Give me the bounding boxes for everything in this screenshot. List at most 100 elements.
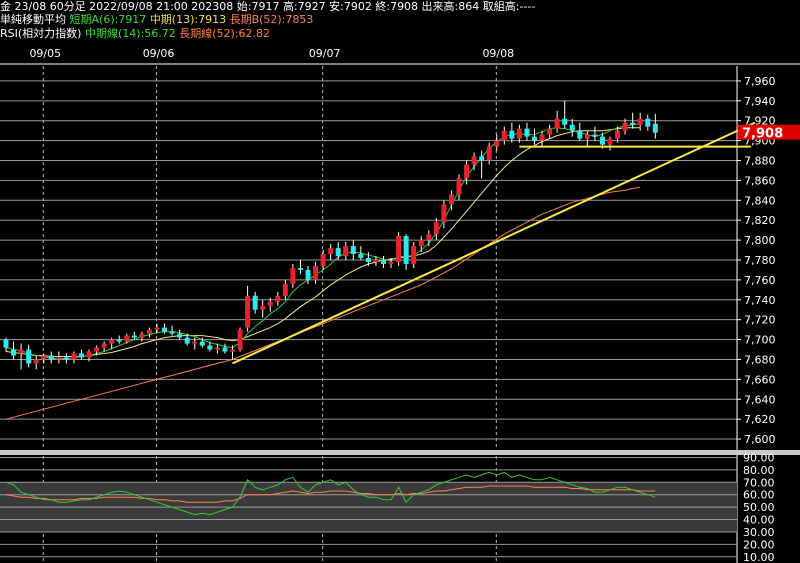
candle (335, 242, 341, 260)
candle (554, 110, 560, 133)
candle (313, 261, 319, 284)
candle (328, 244, 334, 260)
x-date-label: 09/07 (309, 47, 341, 60)
candle-body (18, 349, 24, 354)
candle (584, 130, 590, 147)
candle-body (222, 347, 228, 352)
candle (494, 134, 500, 151)
candle-body (486, 146, 492, 161)
candle (260, 299, 266, 318)
candle-body (396, 236, 402, 262)
candle-body (343, 246, 349, 257)
candle-body (464, 164, 470, 179)
candle (169, 325, 175, 336)
candlestick-chart[interactable]: 09/05 09/06 09/07 09/08 7,600 7,620 7,640 7,660… (0, 0, 800, 563)
candle-body (584, 134, 590, 139)
chart-window: 金 23/08 60分足 2022/09/08 21:00 202308 始:7… (0, 0, 800, 563)
x-date-label: 09/06 (143, 47, 175, 60)
candle (501, 126, 507, 145)
support-trendline (232, 121, 756, 365)
candle-body (509, 130, 515, 139)
candle-body (169, 331, 175, 334)
candle-body (199, 341, 205, 346)
candle-body (381, 259, 386, 264)
candle-body (260, 305, 266, 310)
candle-body (554, 118, 560, 129)
candle (411, 242, 417, 268)
candle-body (252, 295, 258, 310)
candle-body (365, 257, 371, 262)
candle (418, 236, 424, 253)
candle-body (305, 269, 311, 280)
candle (381, 256, 386, 268)
candle-body (109, 339, 115, 344)
candle-body (162, 327, 168, 332)
candle (524, 122, 530, 141)
candle (456, 174, 462, 201)
candle-body (297, 267, 303, 270)
candle-body (267, 301, 273, 306)
candle-body (456, 178, 462, 195)
candle (101, 341, 107, 352)
candle-body (328, 248, 334, 255)
candle (547, 124, 553, 139)
x-date-label: 09/05 (29, 47, 61, 60)
candle-body (290, 267, 296, 284)
candle-body (3, 339, 9, 348)
candle-body (71, 353, 77, 360)
candle-body (192, 341, 198, 344)
candle (146, 327, 152, 338)
candle (290, 263, 296, 288)
candle (63, 353, 69, 364)
rsi-tick-label: 80.00 (743, 464, 775, 477)
candle (562, 100, 568, 129)
candle (282, 279, 288, 300)
candle (403, 234, 409, 270)
candle (18, 343, 24, 370)
candle-body (471, 156, 477, 165)
price-tick-label: 7,600 (744, 433, 776, 446)
candle (516, 124, 522, 143)
price-tick-label: 7,720 (744, 314, 776, 327)
candle (652, 113, 658, 139)
candle-body (275, 295, 281, 302)
candle-body (532, 136, 537, 141)
candle-body (494, 140, 500, 147)
price-tick-label: 7,820 (744, 214, 776, 227)
candle-body (599, 136, 605, 145)
candle-body (86, 351, 92, 358)
candle (539, 130, 545, 147)
candle-body (230, 349, 235, 352)
price-tick-label: 7,760 (744, 274, 776, 287)
candle-body (418, 240, 424, 247)
candle-body (101, 343, 107, 348)
candle (577, 122, 583, 141)
candle-body (131, 335, 137, 338)
candle (320, 250, 326, 270)
candle-body (569, 124, 575, 131)
candle-body (607, 138, 613, 145)
candle (41, 353, 47, 364)
candle (433, 218, 439, 241)
candle (71, 351, 77, 364)
candle-body (116, 339, 122, 342)
candle-body (479, 156, 485, 161)
candle-body (146, 329, 152, 334)
candle-body (139, 333, 145, 338)
candle-body (313, 265, 319, 280)
price-tick-label: 7,700 (744, 334, 776, 347)
candle-body (501, 130, 507, 141)
candle-body (184, 337, 190, 344)
price-tick-label: 7,840 (744, 194, 776, 207)
candle (252, 291, 258, 314)
candle (275, 291, 281, 306)
price-tick-label: 7,780 (744, 254, 776, 267)
price-tick-label: 7,860 (744, 174, 776, 187)
candle-body (63, 357, 69, 360)
candle-body (388, 261, 394, 264)
candle-body (577, 130, 583, 139)
candle-body (11, 349, 17, 356)
candle (3, 337, 9, 352)
last-price-label: 7,908 (742, 127, 783, 142)
candle-body (547, 128, 553, 135)
